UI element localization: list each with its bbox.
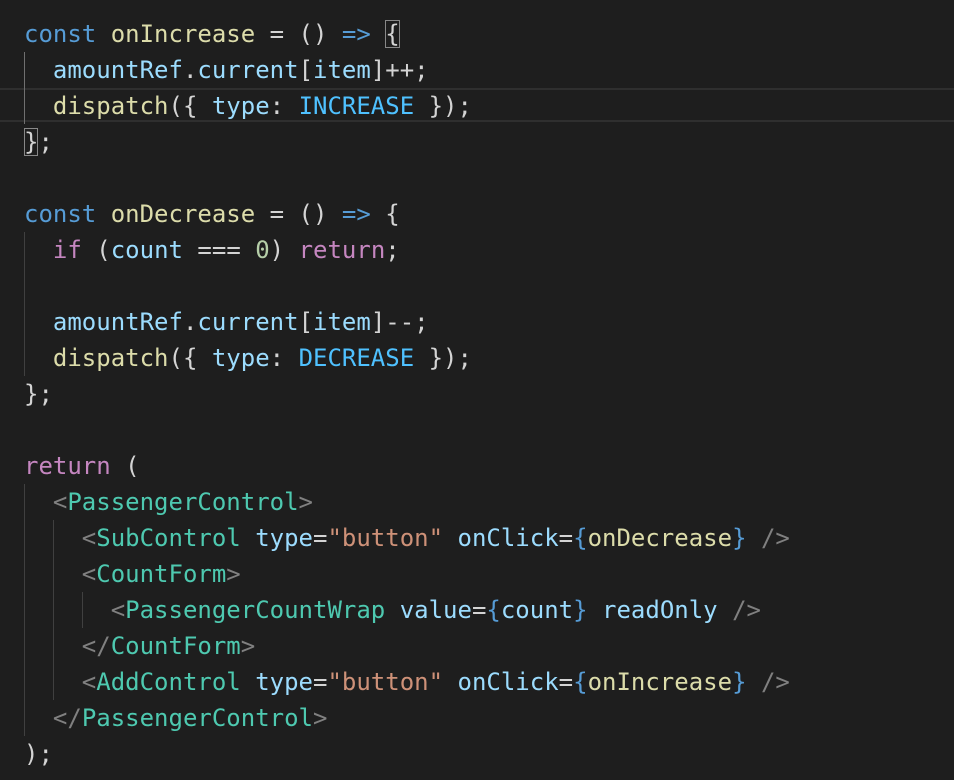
matched-bracket: } [24, 128, 39, 156]
code-line-2: amountRef.current[item]++; [52, 56, 429, 84]
code-line-11: }; [24, 376, 53, 412]
punctuation: ) [269, 236, 299, 264]
property: current [197, 308, 299, 336]
jsx-tag: PassengerControl [81, 704, 313, 732]
function-name: onDecrease [110, 200, 256, 228]
operator: = () [255, 20, 342, 48]
code-line-10: dispatch({ type: DECREASE }); [24, 340, 472, 376]
jsx-attribute: readOnly [602, 596, 718, 624]
property: type [211, 92, 270, 120]
punctuation: ( [81, 236, 111, 264]
operator: === [182, 236, 256, 264]
punctuation: }); [414, 344, 472, 372]
punctuation: : [269, 344, 299, 372]
jsx-attribute: onClick [457, 668, 559, 696]
code-editor[interactable]: const onIncrease = () => { amountRef.cur… [0, 0, 954, 780]
arrow-operator: => [341, 20, 371, 48]
code-line-16: <CountForm> [81, 560, 241, 588]
jsx-attribute: type [255, 524, 313, 552]
keyword: const [24, 200, 97, 228]
string-literal: "button" [327, 524, 444, 552]
constant: DECREASE [298, 344, 415, 372]
jsx-tag: AddControl [96, 668, 241, 696]
code-line-1: const onIncrease = () => { [24, 16, 400, 52]
jsx-tag: SubControl [96, 524, 241, 552]
jsx-attribute: onClick [457, 524, 559, 552]
jsx-expression: onDecrease [587, 524, 733, 552]
code-line-14: <PassengerControl> [52, 488, 313, 516]
variable: amountRef [52, 308, 183, 336]
operator: = () [255, 200, 342, 228]
constant: INCREASE [298, 92, 415, 120]
code-line-7: if (count === 0) return; [24, 232, 400, 268]
punctuation: ({ [168, 344, 212, 372]
code-line-3: dispatch({ type: INCREASE }); [24, 88, 472, 124]
function-call: dispatch [52, 92, 169, 120]
jsx-tag: PassengerControl [67, 488, 299, 516]
code-line-9: amountRef.current[item]--; [52, 308, 429, 336]
variable: count [110, 236, 183, 264]
function-call: dispatch [52, 344, 169, 372]
jsx-attribute: value [399, 596, 472, 624]
jsx-expression: onIncrease [587, 668, 733, 696]
punctuation: ; [38, 128, 53, 156]
code-line-21: ); [24, 736, 53, 772]
code-line-20: </PassengerControl> [52, 704, 328, 732]
control-keyword: if [52, 236, 82, 264]
code-line-17: <PassengerCountWrap value={count} readOn… [110, 596, 761, 624]
code-line-6: const onDecrease = () => { [24, 196, 400, 232]
operator: ]++; [370, 56, 429, 84]
number-literal: 0 [255, 236, 270, 264]
variable: amountRef [52, 56, 183, 84]
punctuation: ); [24, 740, 53, 768]
code-line-18: </CountForm> [81, 632, 256, 660]
punctuation: ({ [168, 92, 212, 120]
arrow-operator: => [341, 200, 371, 228]
punctuation: ; [385, 236, 400, 264]
punctuation: { [370, 200, 400, 228]
property: current [197, 56, 299, 84]
punctuation: }; [24, 380, 53, 408]
jsx-tag: PassengerCountWrap [125, 596, 386, 624]
punctuation: }); [414, 92, 472, 120]
variable: item [313, 308, 371, 336]
property: type [211, 344, 270, 372]
operator: ]--; [370, 308, 429, 336]
code-line-4: }; [24, 124, 53, 160]
punctuation: : [269, 92, 299, 120]
code-line-13: return ( [24, 448, 140, 484]
jsx-attribute: type [255, 668, 313, 696]
matched-bracket: { [385, 20, 400, 48]
jsx-expression: count [500, 596, 574, 624]
control-keyword: return [24, 452, 111, 480]
punctuation: ( [110, 452, 140, 480]
code-line-15: <SubControl type="button" onClick={onDec… [81, 524, 790, 552]
keyword: const [24, 20, 97, 48]
function-name: onIncrease [110, 20, 256, 48]
variable: item [313, 56, 371, 84]
control-keyword: return [298, 236, 386, 264]
jsx-tag: CountForm [110, 632, 241, 660]
string-literal: "button" [327, 668, 444, 696]
code-line-19: <AddControl type="button" onClick={onInc… [81, 668, 790, 696]
jsx-tag: CountForm [96, 560, 227, 588]
